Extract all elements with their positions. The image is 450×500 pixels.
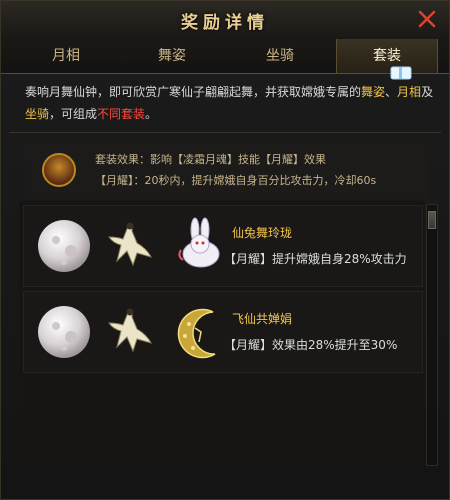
crescent-mount-icon[interactable] — [169, 302, 229, 362]
desc-end: 。 — [145, 107, 158, 121]
set-card: 仙兔舞玲珑 【月耀】提升嫦娥自身28%攻击力 — [23, 205, 423, 287]
tab-mount[interactable]: 坐骑 — [230, 39, 330, 73]
window-title: 奖励详情 — [181, 13, 269, 33]
set-effect-box: 套装效果：影响【凌霜月魂】技能【月耀】效果 【月耀】：20秒内，提升嫦娥自身百分… — [25, 141, 429, 199]
link-sets[interactable]: 不同套装 — [97, 107, 145, 121]
scrollbar[interactable] — [426, 204, 438, 466]
link-moon-phase[interactable]: 月相 — [397, 85, 421, 99]
tab-dance[interactable]: 舞姿 — [122, 39, 222, 73]
scrollbar-thumb[interactable] — [428, 211, 436, 229]
set-effect-text: 套装效果：影响【凌霜月魂】技能【月耀】效果 【月耀】：20秒内，提升嫦娥自身百分… — [95, 149, 376, 191]
desc-and: 及 — [421, 85, 434, 99]
card-effect: 【月耀】提升嫦娥自身28%攻击力 — [224, 252, 407, 266]
desc-sep: 、 — [385, 85, 398, 99]
divider — [9, 132, 441, 133]
link-dance[interactable]: 舞姿 — [361, 85, 385, 99]
dance-pose-icon[interactable] — [99, 302, 159, 362]
card-effect: 【月耀】效果由28%提升至30% — [224, 338, 398, 352]
set-description: 奏响月舞仙钟，即可欣赏广寒仙子翩翩起舞，并获取嫦娥专属的舞姿、月相及坐骑，可组成… — [25, 81, 435, 125]
tab-bar: 月相 舞姿 坐骑 套装 — [1, 39, 449, 74]
card-title: 飞仙共婵娟 — [232, 312, 293, 326]
close-icon[interactable] — [415, 7, 439, 31]
desc-text-1: 奏响月舞仙钟，即可欣赏广寒仙子翩翩起舞，并获取嫦娥专属的 — [25, 85, 362, 99]
moon-phase-icon[interactable] — [34, 302, 94, 362]
reward-detail-panel: 奖励详情 月相 舞姿 坐骑 套装 奏响月舞仙钟，即可欣赏广寒仙子翩翩起舞，并获取… — [0, 0, 450, 500]
title-bar: 奖励详情 — [1, 1, 449, 40]
moon-phase-icon[interactable] — [34, 216, 94, 276]
link-mount[interactable]: 坐骑 — [25, 107, 49, 121]
rabbit-mount-icon[interactable] — [169, 216, 229, 276]
desc-text-2: ，可组成 — [49, 107, 98, 121]
set-effect-icon — [42, 153, 76, 187]
card-title: 仙兔舞玲珑 — [232, 226, 293, 240]
set-effect-line-1: 套装效果：影响【凌霜月魂】技能【月耀】效果 — [95, 153, 326, 166]
tab-set[interactable]: 套装 — [336, 39, 438, 73]
set-card: 飞仙共婵娟 【月耀】效果由28%提升至30% — [23, 291, 423, 373]
tab-moon-phase[interactable]: 月相 — [16, 39, 116, 73]
gift-icon — [390, 66, 412, 80]
set-effect-line-2: 【月耀】：20秒内，提升嫦娥自身百分比攻击力，冷却60s — [95, 174, 377, 187]
dance-pose-icon[interactable] — [99, 216, 159, 276]
